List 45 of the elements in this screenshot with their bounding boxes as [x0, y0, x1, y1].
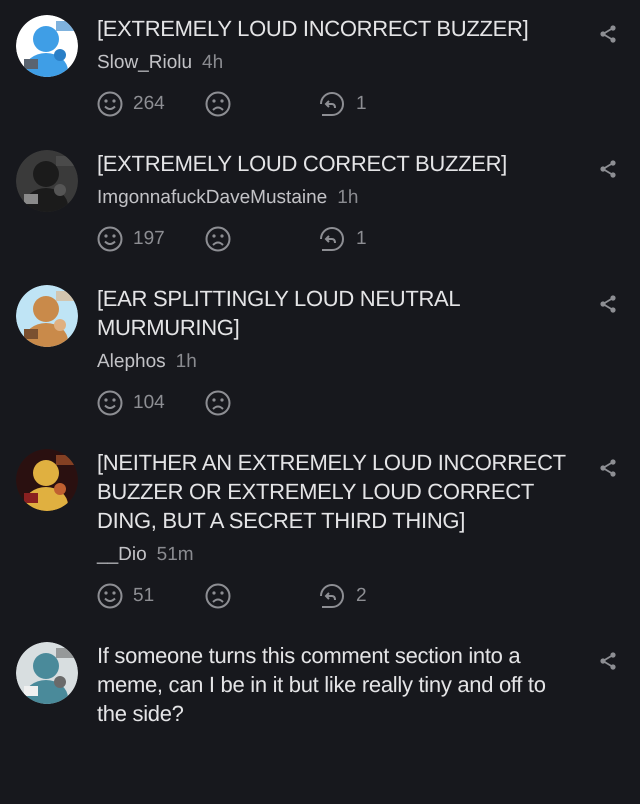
timestamp: 1h	[337, 186, 358, 210]
frown-icon	[205, 583, 231, 609]
share-button[interactable]	[598, 159, 618, 179]
like-button[interactable]: 264	[97, 91, 165, 117]
reply-button[interactable]: 1	[318, 90, 367, 118]
share-icon	[598, 159, 618, 179]
share-icon	[598, 24, 618, 44]
comment-text: [EXTREMELY LOUD INCORRECT BUZZER]	[97, 15, 530, 43]
frown-icon	[205, 390, 231, 416]
frown-icon	[205, 226, 231, 252]
share-icon	[598, 458, 618, 478]
username[interactable]: Slow_Riolu	[97, 51, 192, 75]
like-button[interactable]: 104	[97, 390, 165, 416]
smile-icon	[97, 390, 123, 416]
reply-button[interactable]: 2	[318, 582, 367, 610]
dislike-button[interactable]	[205, 226, 231, 252]
smile-icon	[97, 583, 123, 609]
timestamp: 51m	[156, 543, 194, 567]
smile-icon	[97, 226, 123, 252]
share-icon	[598, 651, 618, 671]
share-button[interactable]	[598, 458, 618, 478]
smile-icon	[97, 91, 123, 117]
frown-icon	[205, 91, 231, 117]
dislike-button[interactable]	[205, 583, 231, 609]
share-icon	[598, 294, 618, 314]
dislike-button[interactable]	[205, 91, 231, 117]
like-button[interactable]: 197	[97, 226, 165, 252]
share-button[interactable]	[598, 294, 618, 314]
share-button[interactable]	[598, 24, 618, 44]
comment-text: [NEITHER AN EXTREMELY LOUD INCORRECT BUZZER OR EXTREMELY LOUD CORRECT DING, BUT A SECRET THIRD THING]	[97, 449, 566, 535]
share-button[interactable]	[598, 651, 618, 671]
timestamp: 4h	[202, 51, 224, 75]
comment-text: [EAR SPLITTINGLY LOUD NEUTRAL MURMURING]	[97, 285, 461, 342]
reply-icon	[318, 90, 346, 118]
reply-button[interactable]: 1	[318, 225, 367, 253]
timestamp: 1h	[176, 350, 197, 374]
comment-text: [EXTREMELY LOUD CORRECT BUZZER]	[97, 150, 508, 178]
reply-icon	[318, 225, 346, 253]
username[interactable]: Alephos	[97, 350, 166, 374]
reply-icon	[318, 582, 346, 610]
username[interactable]: __Dio	[97, 543, 147, 567]
comment-text: If someone turns this comment section into a meme, can I be in it but like really tiny and off to the side?	[97, 642, 547, 728]
username[interactable]: ImgonnafuckDaveMustaine	[97, 186, 328, 210]
dislike-button[interactable]	[205, 390, 231, 416]
like-button[interactable]: 51	[97, 583, 154, 609]
